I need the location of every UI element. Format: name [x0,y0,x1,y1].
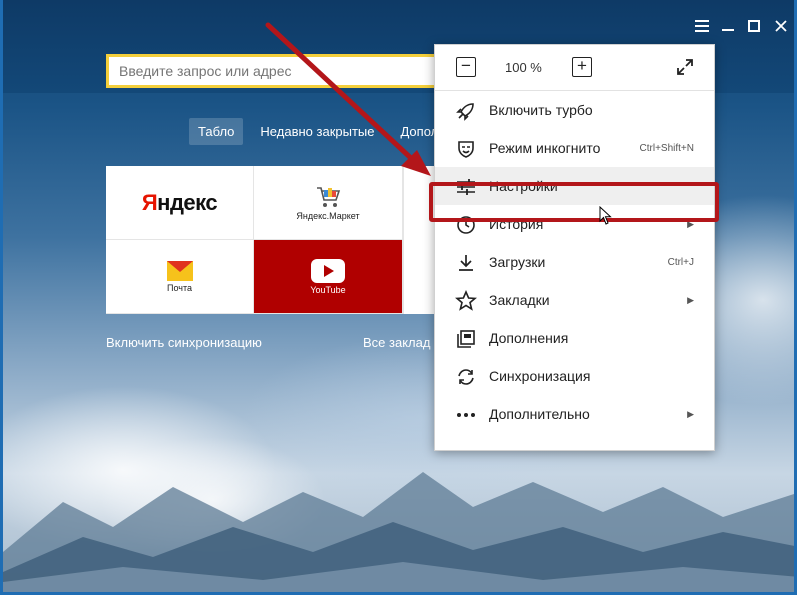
search-input[interactable] [109,57,446,85]
speed-dial: Яндекс Яндекс.Маркет Почта YouTube [106,166,403,314]
mouse-cursor-icon [599,206,612,225]
rocket-icon [456,103,474,121]
menu-item-label: Включить турбо [489,102,593,118]
menu-item-bookmarks[interactable]: Закладки ▶ [435,281,714,319]
more-icon [457,413,475,417]
submenu-arrow-icon: ▶ [687,294,694,305]
yandex-logo: Яндекс [141,189,218,215]
browser-window: Табло Недавно закрытые Допол Яндекс Янде… [0,0,797,595]
tile-yandex[interactable]: Яндекс [106,166,254,240]
tile-youtube[interactable]: YouTube [254,240,403,314]
menu-item-label: Загрузки [489,254,546,270]
sync-link[interactable]: Включить синхронизацию [106,335,262,350]
star-icon [455,290,477,311]
menu-item-label: Режим инкогнито [489,140,601,156]
browser-menu: − 100 % + Включить турбо Режим инкогнито… [434,44,715,451]
menu-item-downloads[interactable]: Загрузки Ctrl+J [435,243,714,281]
menu-item-sync[interactable]: Синхронизация [435,357,714,395]
play-icon [311,258,345,283]
fullscreen-icon[interactable] [675,57,695,77]
shortcut-label: Ctrl+Shift+N [639,142,694,154]
zoom-level: 100 % [505,60,542,75]
sync-icon [458,369,474,385]
menu-item-incognito[interactable]: Режим инкогнито Ctrl+Shift+N [435,129,714,167]
shortcut-label: Ctrl+J [667,256,694,268]
minimize-icon[interactable] [717,15,739,37]
extensions-icon [457,330,475,348]
all-bookmarks-link[interactable]: Все заклад [363,335,430,350]
hamburger-icon[interactable] [691,15,713,37]
settings-highlight-frame [429,182,719,222]
menu-item-turbo[interactable]: Включить турбо [435,91,714,129]
incognito-icon [458,141,474,158]
tab-recently-closed[interactable]: Недавно закрытые [251,118,383,145]
menu-item-extensions[interactable]: Дополнения [435,319,714,357]
tile-mail[interactable]: Почта [106,240,254,314]
zoom-in-button[interactable]: + [572,57,592,77]
menu-item-label: Закладки [489,292,550,308]
menu-item-label: Синхронизация [489,368,591,384]
cart-icon [317,186,341,207]
mountains-image [3,472,794,592]
tile-caption: YouTube [310,284,346,295]
submenu-arrow-icon: ▶ [687,408,694,419]
tile-caption: Яндекс.Маркет [296,210,360,221]
close-icon[interactable] [770,15,792,37]
download-icon [459,255,473,271]
mail-icon [166,260,193,281]
address-bar[interactable] [106,54,446,88]
tile-caption: Почта [167,282,192,293]
newtab-tabs: Табло Недавно закрытые Допол [189,118,447,145]
tile-yandex-market[interactable]: Яндекс.Маркет [254,166,403,240]
menu-item-label: Дополнительно [489,406,590,422]
tab-tablo[interactable]: Табло [189,118,244,145]
maximize-icon[interactable] [743,15,765,37]
zoom-row: − 100 % + [435,45,714,91]
menu-item-more[interactable]: Дополнительно ▶ [435,395,714,433]
zoom-out-button[interactable]: − [456,57,476,77]
menu-item-label: Дополнения [489,330,569,346]
